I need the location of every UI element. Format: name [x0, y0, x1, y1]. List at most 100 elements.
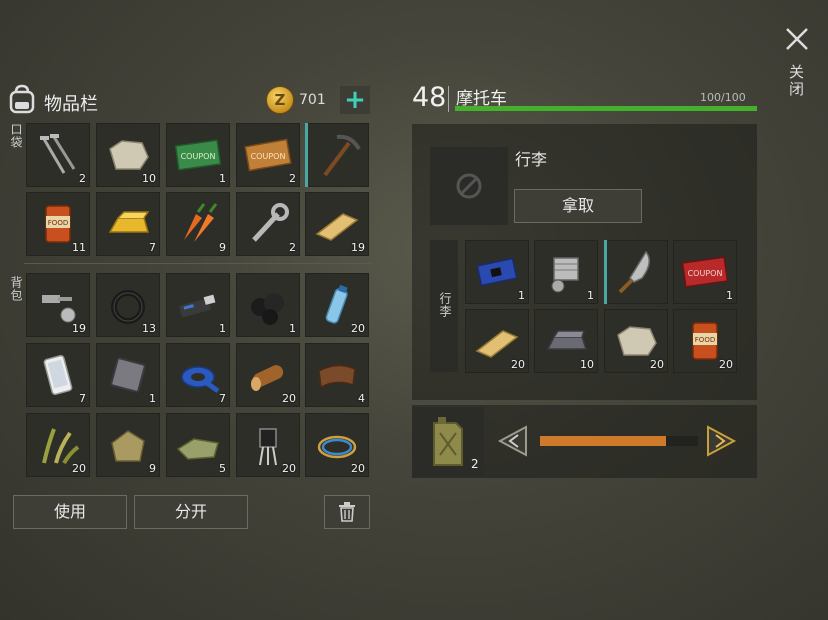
currency-value: 701: [299, 92, 326, 108]
gold-bar-icon: [108, 211, 150, 233]
inventory-slot[interactable]: 7: [166, 343, 230, 407]
item-count: 7: [219, 392, 226, 405]
inventory-slot[interactable]: 19: [26, 273, 90, 337]
duct-tape-icon: [181, 366, 220, 394]
wrench-icon: [252, 203, 289, 242]
item-count: 20: [650, 358, 664, 371]
inventory-title: 物品栏: [44, 94, 98, 115]
inventory-slot[interactable]: 10: [96, 123, 160, 187]
inventory-slot[interactable]: [305, 123, 369, 187]
inventory-slot[interactable]: 20: [236, 413, 300, 477]
arrow-right-icon[interactable]: [704, 424, 738, 458]
inventory-slot[interactable]: 5: [166, 413, 230, 477]
item-count: 10: [142, 172, 156, 185]
add-currency-button[interactable]: +: [340, 86, 370, 114]
inventory-slot[interactable]: 1: [236, 273, 300, 337]
smartphone-icon: [43, 354, 73, 396]
item-count: 1: [518, 289, 525, 302]
inventory-slot[interactable]: [604, 240, 668, 304]
item-count: 13: [142, 322, 156, 335]
item-count: 9: [219, 241, 226, 254]
close-icon[interactable]: [784, 26, 810, 52]
inventory-slot[interactable]: 9: [96, 413, 160, 477]
item-count: 1: [289, 322, 296, 335]
inventory-slot[interactable]: 20: [465, 309, 529, 373]
item-count: 1: [587, 289, 594, 302]
fuel-slider-fill: [540, 436, 667, 446]
cargo-side-label: 行李: [438, 292, 452, 318]
hp-bar-fill: [455, 106, 757, 111]
inventory-slot[interactable]: 20: [305, 273, 369, 337]
leather-icon: [318, 364, 356, 389]
backpack-label: 背包: [9, 276, 23, 302]
inventory-slot[interactable]: 1: [96, 343, 160, 407]
trash-icon: [339, 502, 355, 522]
item-count: 1: [726, 289, 733, 302]
item-count: 19: [72, 322, 86, 335]
machete-icon: [618, 250, 650, 294]
inventory-slot[interactable]: FOOD 20: [673, 309, 737, 373]
inventory-slot[interactable]: 1: [534, 240, 598, 304]
red-coupon-icon: COUPON: [681, 256, 729, 288]
svg-text:COUPON: COUPON: [251, 152, 286, 161]
inventory-slot[interactable]: COUPON 1: [166, 123, 230, 187]
inventory-slot[interactable]: 2: [26, 123, 90, 187]
inventory-slot[interactable]: 7: [26, 343, 90, 407]
item-count: 11: [72, 241, 86, 254]
inventory-slot[interactable]: 1: [166, 273, 230, 337]
plus-icon: +: [344, 85, 366, 115]
svg-text:FOOD: FOOD: [695, 336, 715, 344]
svg-text:FOOD: FOOD: [48, 219, 68, 227]
inventory-slot[interactable]: 20: [604, 309, 668, 373]
item-count: 20: [72, 462, 86, 475]
item-count: 2: [289, 241, 296, 254]
item-count: 1: [149, 392, 156, 405]
engine-cylinder-icon: [551, 257, 579, 293]
arrow-left-icon[interactable]: [496, 424, 530, 458]
coin-icon: Z: [266, 86, 294, 114]
inventory-slot[interactable]: 19: [305, 192, 369, 256]
inventory-slot[interactable]: COUPON 2: [236, 123, 300, 187]
metal-plate-icon: [110, 357, 146, 393]
item-count: 10: [580, 358, 594, 371]
pocket-label: 口袋: [9, 123, 23, 149]
take-button[interactable]: 拿取: [514, 189, 642, 223]
green-coupon-icon: COUPON: [174, 139, 222, 171]
inventory-slot[interactable]: 20: [305, 413, 369, 477]
inventory-slot[interactable]: 7: [96, 192, 160, 256]
item-count: 20: [351, 462, 365, 475]
close-label[interactable]: 关闭: [786, 64, 807, 98]
usb-drive-icon: [179, 294, 216, 318]
circuit-board-icon: [476, 257, 518, 287]
item-count: 4: [358, 392, 365, 405]
item-count: 2: [289, 172, 296, 185]
item-preview: [430, 147, 508, 225]
use-button[interactable]: 使用: [13, 495, 127, 529]
svg-text:COUPON: COUPON: [181, 152, 216, 161]
empty-slot-icon: [456, 173, 482, 199]
fabric-scraps-icon: [176, 438, 219, 460]
inventory-slot[interactable]: 2: [236, 192, 300, 256]
inventory-slot[interactable]: 10: [534, 309, 598, 373]
inventory-slot[interactable]: COUPON 1: [673, 240, 737, 304]
vehicle-level: 48: [412, 82, 447, 113]
item-count: 5: [219, 462, 226, 475]
item-count: 1: [219, 322, 226, 335]
split-button[interactable]: 分开: [134, 495, 248, 529]
svg-text:COUPON: COUPON: [688, 269, 723, 278]
inventory-slot[interactable]: FOOD 11: [26, 192, 90, 256]
item-count: 2: [79, 172, 86, 185]
inventory-slot[interactable]: 20: [236, 343, 300, 407]
item-count: 20: [511, 358, 525, 371]
level-separator: [448, 86, 449, 112]
inventory-slot[interactable]: 4: [305, 343, 369, 407]
delete-button[interactable]: [324, 495, 370, 529]
item-count: 20: [282, 462, 296, 475]
fuel-count: 2: [471, 457, 479, 471]
inventory-slot[interactable]: 1: [465, 240, 529, 304]
inventory-slot[interactable]: 9: [166, 192, 230, 256]
coal-icon: [251, 293, 284, 325]
inventory-slot[interactable]: 13: [96, 273, 160, 337]
inventory-slot[interactable]: 20: [26, 413, 90, 477]
carrot-icon: [184, 203, 218, 242]
